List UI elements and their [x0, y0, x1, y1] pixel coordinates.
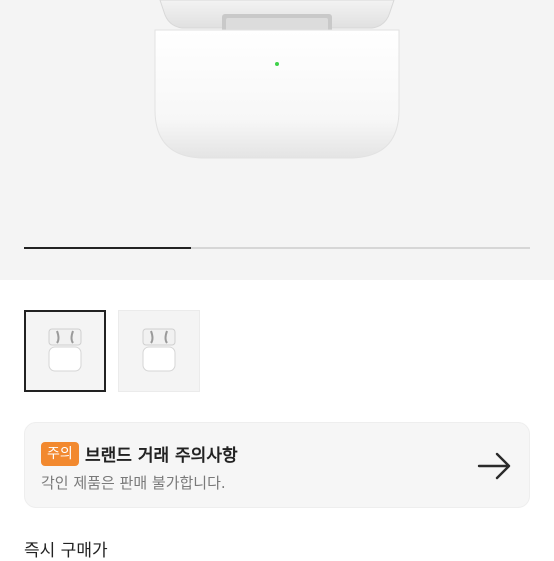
airpods-case-image: [154, 0, 400, 159]
thumbnail-2[interactable]: [118, 310, 200, 392]
carousel-progress: [24, 247, 530, 249]
brand-trade-notice-card[interactable]: 주의 브랜드 거래 주의사항 각인 제품은 판매 불가합니다.: [24, 422, 530, 508]
notice-badge: 주의: [41, 442, 79, 466]
product-image-carousel[interactable]: [0, 0, 554, 280]
carousel-progress-fill: [24, 247, 191, 249]
instant-buy-price-label: 즉시 구매가: [24, 541, 108, 561]
airpods-pro-case-icon: [48, 328, 82, 372]
thumbnail-list: [24, 310, 200, 392]
thumbnail-1[interactable]: [24, 310, 106, 392]
notice-title: 브랜드 거래 주의사항: [85, 446, 238, 466]
airpods-pro-case-icon: [142, 328, 176, 372]
arrow-right-icon[interactable]: [475, 449, 515, 483]
notice-subtitle: 각인 제품은 판매 불가합니다.: [41, 474, 226, 492]
